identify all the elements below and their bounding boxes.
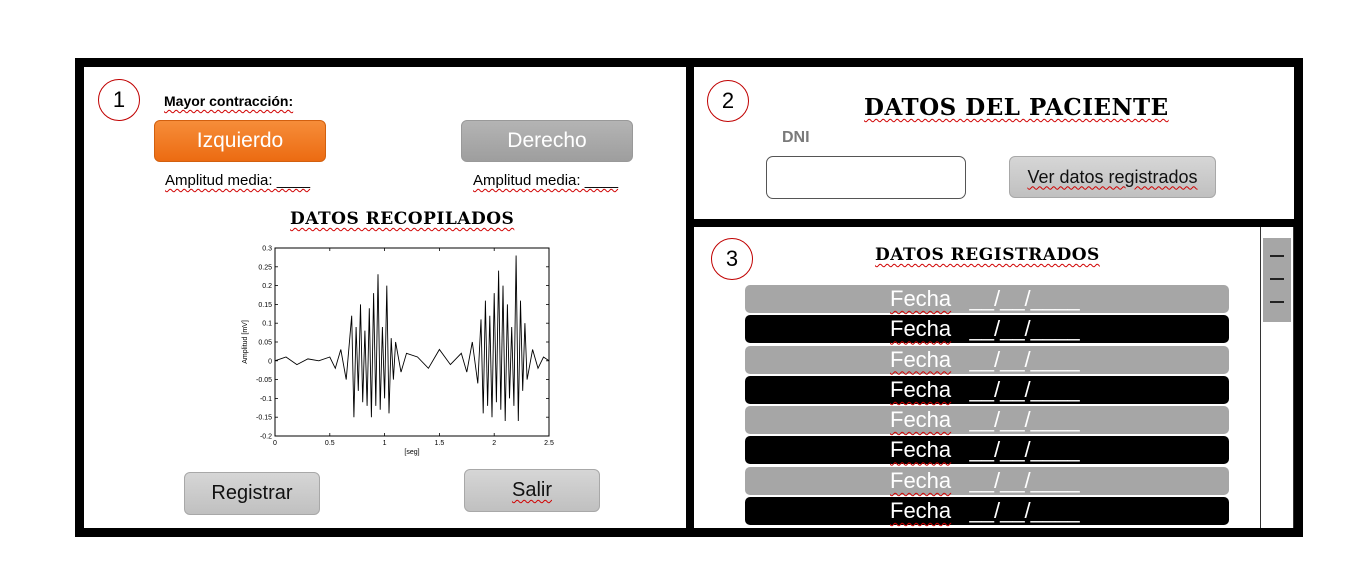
dni-label: DNI bbox=[782, 129, 810, 146]
x-tick-label: 1 bbox=[383, 440, 387, 447]
record-row[interactable]: Fecha __/__/____ bbox=[745, 375, 1229, 405]
record-date: __/__/____ bbox=[969, 316, 1080, 342]
record-date: __/__/____ bbox=[969, 376, 1080, 402]
record-label: Fecha bbox=[890, 498, 952, 524]
records-scrollbar[interactable] bbox=[1260, 227, 1294, 528]
izquierdo-button[interactable]: Izquierdo bbox=[154, 120, 326, 162]
record-label: Fecha bbox=[890, 407, 952, 433]
x-tick-label: 0 bbox=[273, 440, 277, 447]
y-tick-label: -0.2 bbox=[260, 434, 272, 441]
record-row[interactable]: Fecha __/__/____ bbox=[745, 435, 1229, 465]
y-tick-label: 0.15 bbox=[258, 302, 272, 309]
emg-signal-chart: 0.3 0.25 0.2 0.15 0.1 0.05 0 -0.05 -0.1 -0.15 -0.2… bbox=[242, 246, 554, 457]
x-axis-label: [seg] bbox=[404, 449, 419, 456]
record-label: Fecha bbox=[890, 346, 952, 372]
registered-data-title: DATOS REGISTRADOS bbox=[875, 245, 1100, 265]
registrar-button[interactable]: Registrar bbox=[184, 472, 320, 515]
records-list: Fecha __/__/____ Fecha __/__/____ Fecha … bbox=[745, 285, 1229, 527]
section-number-2: 2 bbox=[707, 80, 749, 122]
record-text: Fecha __/__/____ bbox=[890, 375, 1080, 405]
record-date: __/__/____ bbox=[969, 407, 1080, 433]
collected-data-title-text: DATOS RECOPILADOS bbox=[290, 209, 515, 229]
salir-button[interactable]: Salir bbox=[464, 469, 600, 512]
y-tick-label: -0.15 bbox=[256, 415, 272, 422]
record-text: Fecha __/__/____ bbox=[890, 405, 1080, 435]
record-row[interactable]: Fecha __/__/____ bbox=[745, 496, 1229, 526]
record-text: Fecha __/__/____ bbox=[890, 496, 1080, 526]
grip-line-icon bbox=[1270, 278, 1284, 280]
record-date: __/__/____ bbox=[969, 498, 1080, 524]
record-row[interactable]: Fecha __/__/____ bbox=[745, 285, 1229, 313]
scrollbar-thumb[interactable] bbox=[1263, 238, 1291, 322]
record-label: Fecha bbox=[890, 467, 952, 493]
y-tick-label: -0.1 bbox=[260, 396, 272, 403]
grip-line-icon bbox=[1270, 301, 1284, 303]
y-tick-label: -0.05 bbox=[256, 377, 272, 384]
ver-datos-label: Ver datos registrados bbox=[1027, 166, 1198, 187]
record-text: Fecha __/__/____ bbox=[890, 345, 1080, 375]
measurement-panel: 1 Mayor contracción: Izquierdo Derecho A… bbox=[84, 67, 686, 528]
derecho-button[interactable]: Derecho bbox=[461, 120, 633, 162]
record-date: __/__/____ bbox=[969, 437, 1080, 463]
left-amplitude-text: Amplitud media: ____ bbox=[165, 172, 311, 189]
record-row[interactable]: Fecha __/__/____ bbox=[745, 405, 1229, 435]
x-tick-label: 2 bbox=[492, 440, 496, 447]
mayor-contraccion-label: Mayor contracción: bbox=[164, 93, 293, 109]
records-panel: 3 DATOS REGISTRADOS Fecha __/__/____ Fec… bbox=[694, 227, 1294, 528]
salir-button-label: Salir bbox=[511, 479, 552, 501]
record-label: Fecha bbox=[890, 376, 952, 402]
dni-input[interactable] bbox=[766, 156, 966, 199]
record-label: Fecha bbox=[890, 316, 952, 342]
left-amplitude: Amplitud media: ____ bbox=[165, 172, 310, 189]
record-label: Fecha bbox=[890, 437, 952, 463]
record-row[interactable]: Fecha __/__/____ bbox=[745, 466, 1229, 496]
record-text: Fecha __/__/____ bbox=[890, 435, 1080, 465]
record-row[interactable]: Fecha __/__/____ bbox=[745, 345, 1229, 375]
record-text: Fecha __/__/____ bbox=[890, 466, 1080, 496]
right-amplitude-text: Amplitud media: ____ bbox=[473, 172, 619, 189]
right-amplitude: Amplitud media: ____ bbox=[473, 172, 618, 189]
record-text: Fecha __/__/____ bbox=[890, 284, 1080, 314]
grip-line-icon bbox=[1270, 255, 1284, 257]
x-tick-label: 2.5 bbox=[544, 440, 554, 447]
y-tick-label: 0 bbox=[268, 358, 272, 365]
record-date: __/__/____ bbox=[969, 286, 1080, 311]
record-label: Fecha bbox=[890, 286, 952, 311]
patient-panel: 2 DATOS DEL PACIENTE DNI Ver datos regis… bbox=[694, 67, 1294, 219]
x-tick-label: 1.5 bbox=[435, 440, 445, 447]
record-date: __/__/____ bbox=[969, 467, 1080, 493]
y-tick-label: 0.05 bbox=[258, 340, 272, 347]
record-row[interactable]: Fecha __/__/____ bbox=[745, 314, 1229, 344]
window-frame: 1 Mayor contracción: Izquierdo Derecho A… bbox=[75, 58, 1303, 537]
collected-data-title: DATOS RECOPILADOS bbox=[290, 209, 514, 229]
mayor-contraccion-text: Mayor contracción: bbox=[164, 93, 294, 109]
y-tick-label: 0.1 bbox=[262, 321, 272, 328]
registered-data-title-text: DATOS REGISTRADOS bbox=[875, 245, 1100, 265]
y-tick-label: 0.2 bbox=[262, 283, 272, 290]
section-number-3: 3 bbox=[711, 238, 753, 280]
y-tick-label: 0.3 bbox=[262, 246, 272, 253]
record-text: Fecha __/__/____ bbox=[890, 314, 1080, 344]
ver-datos-registrados-button[interactable]: Ver datos registrados bbox=[1009, 156, 1216, 198]
y-tick-label: 0.25 bbox=[258, 264, 272, 271]
section-number-1: 1 bbox=[98, 79, 140, 121]
patient-data-title-text: DATOS DEL PACIENTE bbox=[864, 94, 1169, 121]
y-axis-label: Amplitud [mV] bbox=[242, 320, 249, 364]
patient-data-title: DATOS DEL PACIENTE bbox=[864, 94, 1169, 121]
record-date: __/__/____ bbox=[969, 346, 1080, 372]
x-tick-label: 0.5 bbox=[325, 440, 335, 447]
